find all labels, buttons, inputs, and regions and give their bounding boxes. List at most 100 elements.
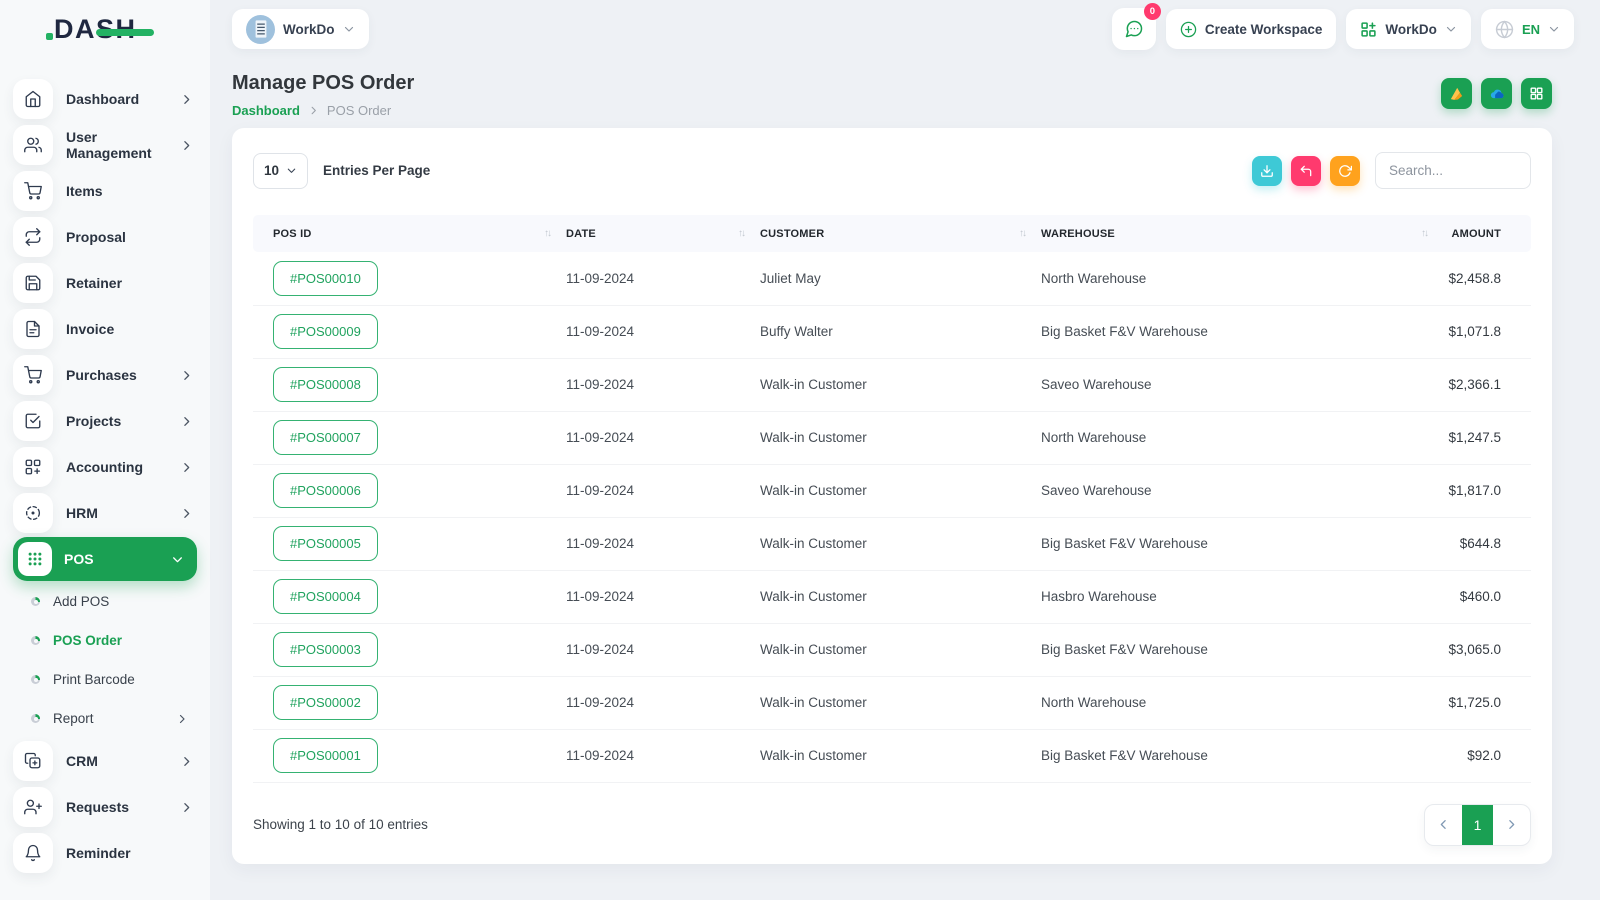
main-area: WorkDo 0 Create Workspace WorkDo EN Mana…: [210, 0, 1600, 900]
language-dropdown[interactable]: EN: [1480, 9, 1574, 49]
sidebar-item-projects[interactable]: Projects: [0, 398, 210, 444]
plus-circle-icon: [1180, 21, 1197, 38]
grid-view-button[interactable]: [1521, 78, 1552, 109]
chevron-right-icon: [180, 755, 193, 768]
table-row: #POS00002 11-09-2024 Walk-in Customer No…: [253, 676, 1531, 730]
users-icon: [13, 125, 53, 165]
amount-cell: $2,366.1: [1435, 358, 1531, 412]
pos-id-button[interactable]: #POS00003: [273, 632, 378, 667]
pagination-next-button[interactable]: [1493, 805, 1530, 845]
sidebar-item-items[interactable]: Items: [0, 168, 210, 214]
warehouse-cell: Big Basket F&V Warehouse: [1033, 729, 1435, 783]
sidebar-item-dashboard[interactable]: Dashboard: [0, 76, 210, 122]
sidebar-item-label: CRM: [66, 753, 98, 769]
sidebar-item-invoice[interactable]: Invoice: [0, 306, 210, 352]
column-header-customer[interactable]: CUSTOMER ↑↓: [752, 215, 1033, 252]
sidebar-item-reminder[interactable]: Reminder: [0, 830, 210, 876]
download-icon: [1260, 164, 1274, 178]
sidebar-nav: Dashboard User Management Items Proposal…: [0, 58, 210, 900]
sidebar-item-requests[interactable]: Requests: [0, 784, 210, 830]
sidebar-item-label: Retainer: [66, 275, 123, 291]
sidebar-item-pos-active: POS: [13, 537, 197, 581]
sidebar-item-proposal[interactable]: Proposal: [0, 214, 210, 260]
pagination-prev-button[interactable]: [1425, 805, 1462, 845]
sidebar-item-pos[interactable]: POS: [0, 536, 210, 582]
pos-id-button[interactable]: #POS00001: [273, 738, 378, 773]
dash-logo[interactable]: DASH: [0, 0, 210, 58]
sidebar-item-accounting[interactable]: Accounting: [0, 444, 210, 490]
order-date-cell: 11-09-2024: [558, 305, 752, 359]
sidebar-item-label: Items: [66, 183, 103, 199]
subitem-label: Print Barcode: [53, 672, 135, 687]
amount-cell: $1,071.8: [1435, 305, 1531, 359]
column-header-pos-id[interactable]: POS ID ↑↓: [253, 215, 558, 252]
sidebar-item-label: Proposal: [66, 229, 126, 245]
pagination: 1: [1424, 803, 1531, 846]
pos-id-button[interactable]: #POS00009: [273, 314, 378, 349]
reset-button[interactable]: [1291, 155, 1321, 186]
sidebar-item-crm[interactable]: CRM: [0, 738, 210, 784]
order-date-cell: 11-09-2024: [558, 623, 752, 677]
globe-icon: [1495, 20, 1514, 39]
pos-id-cell: #POS00006: [253, 464, 558, 518]
pos-id-button[interactable]: #POS00005: [273, 526, 378, 561]
google-drive-button[interactable]: [1441, 78, 1472, 109]
pos-id-cell: #POS00010: [253, 252, 558, 306]
pos-id-button[interactable]: #POS00010: [273, 260, 378, 296]
sidebar-item-hrm[interactable]: HRM: [0, 490, 210, 536]
pos-id-button[interactable]: #POS00007: [273, 420, 378, 455]
sidebar-subitem-print-barcode[interactable]: Print Barcode: [0, 660, 210, 699]
sort-icon: ↑↓: [738, 228, 746, 239]
pos-order-card: 10 Entries Per Page POS ID↑↓: [232, 128, 1552, 864]
pos-id-button[interactable]: #POS00008: [273, 367, 378, 402]
entries-per-page-select[interactable]: 10: [253, 152, 308, 189]
column-header-amount[interactable]: AMOUNT: [1435, 215, 1531, 252]
sidebar-item-label: HRM: [66, 505, 98, 521]
amount-cell: $2,458.8: [1435, 252, 1531, 306]
order-date-cell: 11-09-2024: [558, 729, 752, 783]
sidebar-subitem-add-pos[interactable]: Add POS: [0, 582, 210, 621]
amount-cell: $92.0: [1435, 729, 1531, 783]
export-button[interactable]: [1252, 155, 1282, 186]
sidebar-item-retainer[interactable]: Retainer: [0, 260, 210, 306]
pos-id-button[interactable]: #POS00002: [273, 685, 378, 720]
refresh-icon: [1338, 164, 1352, 178]
onedrive-button[interactable]: [1481, 78, 1512, 109]
create-workspace-button[interactable]: Create Workspace: [1165, 9, 1337, 49]
chevron-right-icon: [180, 461, 193, 474]
chevron-down-icon: [343, 23, 355, 35]
subitem-label: Add POS: [53, 594, 110, 609]
sidebar-item-label: Reminder: [66, 845, 131, 861]
table-row: #POS00009 11-09-2024 Buffy Walter Big Ba…: [253, 305, 1531, 359]
sidebar-item-user-management[interactable]: User Management: [0, 122, 210, 168]
order-date-cell: 11-09-2024: [558, 464, 752, 518]
customer-cell: Buffy Walter: [752, 305, 1033, 359]
pos-id-cell: #POS00001: [253, 729, 558, 783]
sidebar-subitem-report[interactable]: Report: [0, 699, 210, 738]
column-header-date[interactable]: DATE ↑↓: [558, 215, 752, 252]
workspace-switcher[interactable]: WorkDo: [232, 9, 369, 49]
customer-cell: Juliet May: [752, 252, 1033, 306]
breadcrumb-dashboard-link[interactable]: Dashboard: [232, 103, 300, 118]
order-date-cell: 11-09-2024: [558, 358, 752, 412]
table-body: #POS00010 11-09-2024 Juliet May North Wa…: [253, 252, 1531, 783]
column-header-warehouse[interactable]: WAREHOUSE ↑↓: [1033, 215, 1435, 252]
sidebar-item-purchases[interactable]: Purchases: [0, 352, 210, 398]
pos-id-button[interactable]: #POS00004: [273, 579, 378, 614]
home-icon: [13, 79, 53, 119]
company-dropdown[interactable]: WorkDo: [1346, 9, 1471, 49]
pagination-page-1[interactable]: 1: [1462, 804, 1493, 845]
messages-button[interactable]: 0: [1111, 3, 1161, 50]
sidebar-item-label: Invoice: [66, 321, 115, 337]
user-plus-icon: [13, 787, 53, 827]
pos-id-button[interactable]: #POS00006: [273, 473, 378, 508]
sidebar-subitem-pos-order[interactable]: POS Order: [0, 621, 210, 660]
copy-plus-icon: [13, 741, 53, 781]
table-row: #POS00006 11-09-2024 Walk-in Customer Sa…: [253, 464, 1531, 518]
search-input[interactable]: [1375, 152, 1531, 189]
app-root: DASH Dashboard User Management Items Pro…: [0, 0, 1600, 900]
save-icon: [13, 263, 53, 303]
order-date-cell: 11-09-2024: [558, 570, 752, 624]
refresh-button[interactable]: [1330, 155, 1360, 186]
table-controls: 10 Entries Per Page: [253, 152, 1531, 189]
